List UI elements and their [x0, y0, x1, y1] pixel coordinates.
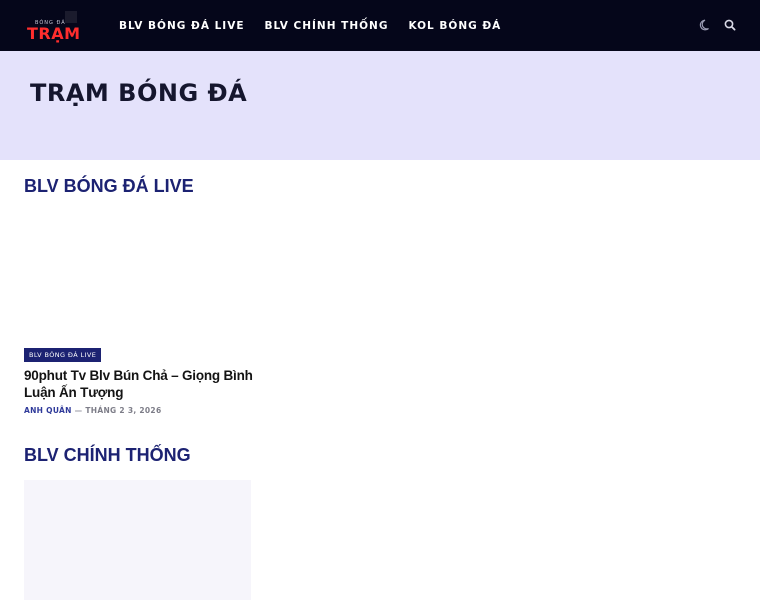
- search-icon[interactable]: [723, 18, 737, 32]
- post-title[interactable]: 90phut Tv Blv Bún Chả – Giọng Bình Luận …: [24, 368, 254, 401]
- post-meta: ANH QUÂN — THÁNG 2 3, 2026: [24, 406, 161, 415]
- post-author[interactable]: ANH QUÂN: [24, 406, 72, 415]
- logo-wordmark: TRẠM: [27, 24, 81, 43]
- category-badge[interactable]: BLV BÓNG ĐÁ LIVE: [24, 348, 102, 362]
- post-date: THÁNG 2 3, 2026: [85, 406, 162, 415]
- section-title-blv-bong-da-live[interactable]: BLV BÓNG ĐÁ LIVE: [24, 176, 194, 197]
- nav-item-kol-bong-da[interactable]: KOL BÓNG ĐÁ: [398, 20, 511, 32]
- site-header: BÓNG ĐÁ TRẠM BLV BÓNG ĐÁ LIVE BLV CHÍNH …: [0, 0, 760, 51]
- main-nav: BLV BÓNG ĐÁ LIVE BLV CHÍNH THỐNG KOL BÓN…: [109, 0, 511, 51]
- nav-item-blv-chinh-thong[interactable]: BLV CHÍNH THỐNG: [255, 20, 399, 32]
- post-thumbnail[interactable]: [24, 212, 251, 340]
- meta-separator: —: [74, 406, 83, 415]
- moon-icon[interactable]: [699, 18, 713, 32]
- nav-item-blv-bong-da-live[interactable]: BLV BÓNG ĐÁ LIVE: [109, 20, 255, 32]
- post-thumbnail-placeholder[interactable]: [24, 480, 251, 600]
- site-logo[interactable]: BÓNG ĐÁ TRẠM: [27, 11, 81, 43]
- logo-mark: [65, 11, 77, 23]
- page-hero: TRẠM BÓNG ĐÁ: [0, 51, 760, 160]
- header-tools: [699, 18, 737, 32]
- section-title-blv-chinh-thong[interactable]: BLV CHÍNH THỐNG: [24, 445, 191, 466]
- page-title: TRẠM BÓNG ĐÁ: [30, 79, 248, 107]
